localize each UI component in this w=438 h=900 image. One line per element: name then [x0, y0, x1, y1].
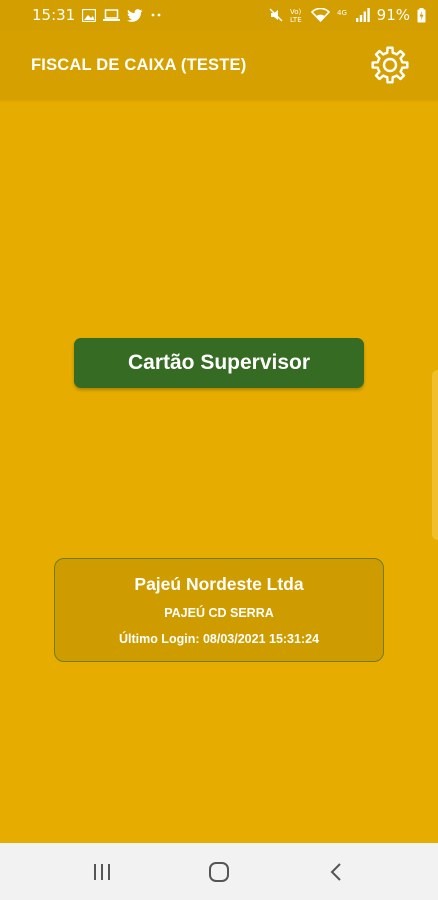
signal-icon: [355, 8, 370, 22]
last-login-text: Último Login: 08/03/2021 15:31:24: [118, 632, 320, 646]
svg-text:LTE: LTE: [290, 16, 302, 23]
back-button[interactable]: [311, 852, 361, 892]
unit-name: PAJEÚ CD SERRA: [164, 606, 274, 620]
twitter-icon: [127, 8, 143, 22]
laptop-icon: [103, 8, 121, 22]
status-time: 15:31: [32, 6, 76, 24]
settings-button[interactable]: [370, 45, 410, 85]
image-icon: [82, 8, 97, 22]
home-icon: [208, 861, 229, 882]
status-bar: 15:31 Vo) LTE 4G 91%: [0, 0, 438, 30]
svg-text:Vo): Vo): [290, 8, 302, 16]
battery-percent: 91%: [376, 6, 410, 24]
home-button[interactable]: [194, 852, 244, 892]
edge-panel-handle[interactable]: [432, 370, 438, 540]
page-title: FISCAL DE CAIXA (TESTE): [31, 55, 247, 74]
recent-apps-button[interactable]: [77, 852, 127, 892]
volte-icon: Vo) LTE: [290, 7, 304, 23]
wifi-icon: [310, 8, 330, 22]
navigation-bar: [0, 843, 438, 900]
svg-text:4G: 4G: [337, 9, 347, 17]
status-bar-left: 15:31: [32, 6, 162, 24]
company-info-card: Pajeú Nordeste Ltda PAJEÚ CD SERRA Últim…: [54, 558, 384, 662]
recent-apps-icon: [94, 863, 111, 880]
gear-icon: [371, 46, 409, 84]
back-icon: [330, 862, 341, 881]
mute-icon: [269, 8, 283, 22]
status-bar-right: Vo) LTE 4G 91%: [269, 6, 426, 24]
battery-charging-icon: [417, 7, 426, 23]
company-name: Pajeú Nordeste Ltda: [134, 574, 304, 594]
signal-4g-icon: 4G: [337, 8, 349, 22]
more-dots-icon: [150, 12, 162, 18]
supervisor-card-button[interactable]: Cartão Supervisor: [74, 338, 364, 388]
app-bar: FISCAL DE CAIXA (TESTE): [0, 30, 438, 100]
